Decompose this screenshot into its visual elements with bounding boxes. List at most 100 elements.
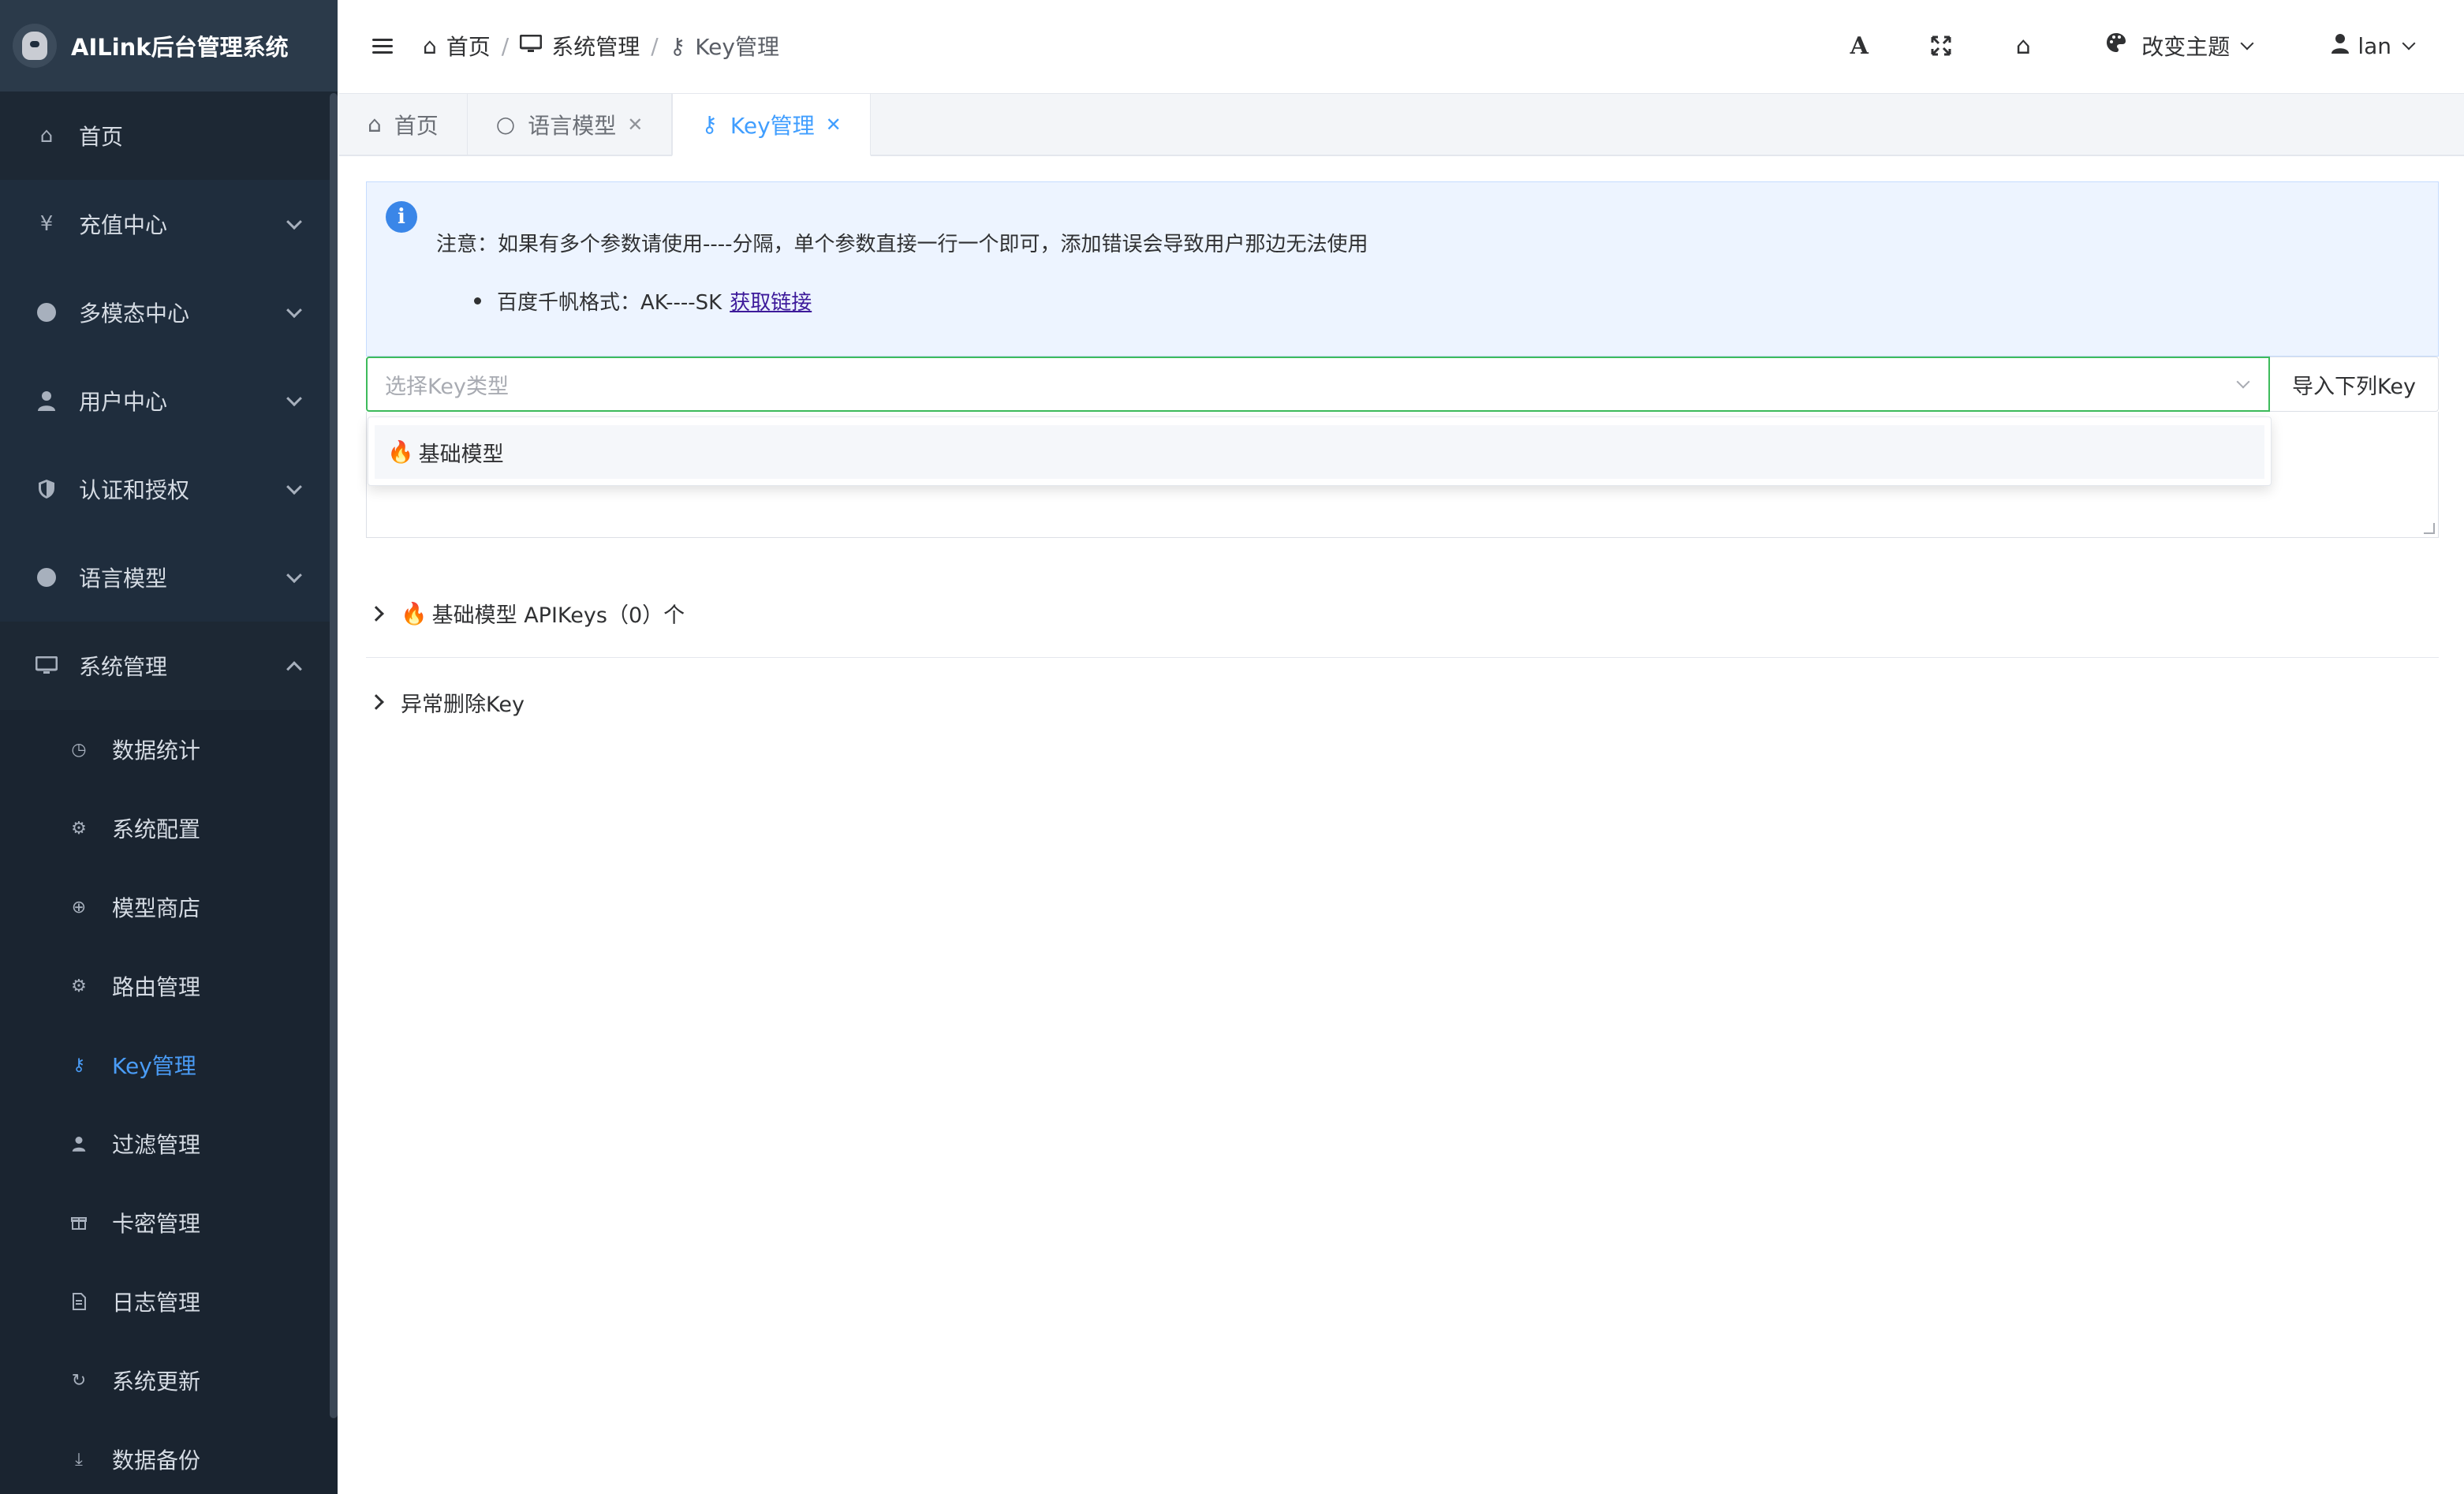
close-icon[interactable]: ✕ xyxy=(627,114,643,136)
breadcrumb-separator: / xyxy=(651,32,659,59)
sidebar-item-label: 充值中心 xyxy=(79,212,168,238)
breadcrumb-separator: / xyxy=(501,32,510,59)
sidebar-sub-label: 日志管理 xyxy=(112,1290,201,1316)
document-icon xyxy=(68,1290,90,1313)
import-keys-button[interactable]: 导入下列Key xyxy=(2270,357,2439,412)
collapse-abnormal-deleted-keys[interactable]: 异常删除Key xyxy=(366,658,2439,746)
close-icon[interactable]: ✕ xyxy=(826,114,842,136)
option-label: 基础模型 xyxy=(418,442,504,467)
bullet-dot xyxy=(474,297,481,304)
sidebar-item-recharge[interactable]: ¥ 充值中心 xyxy=(0,180,338,268)
sidebar-sub-key-management[interactable]: ⚷ Key管理 xyxy=(0,1025,338,1104)
sidebar-item-system[interactable]: 系统管理 xyxy=(0,622,338,710)
chevron-down-icon xyxy=(2402,36,2416,50)
chevron-down-icon xyxy=(286,302,302,319)
alert-note: 注意：如果有多个参数请使用----分隔，单个参数直接一行一个即可，添加错误会导致… xyxy=(436,233,1368,256)
sidebar-sub-logs[interactable]: 日志管理 xyxy=(0,1262,338,1341)
sidebar-item-multimodal[interactable]: 多模态中心 xyxy=(0,268,338,357)
key-icon: ⚷ xyxy=(669,32,686,59)
home-icon: ⌂ xyxy=(368,111,382,137)
tab-home[interactable]: ⌂ 首页 xyxy=(339,94,468,155)
key-type-select[interactable]: 选择Key类型 xyxy=(366,357,2270,412)
sidebar-item-label: 用户中心 xyxy=(79,389,168,415)
sidebar-sub-label: 系统更新 xyxy=(112,1369,201,1395)
sidebar-item-auth[interactable]: 认证和授权 xyxy=(0,445,338,533)
dropdown-option[interactable]: 🔥 基础模型 xyxy=(375,425,2264,479)
sidebar-sub-card[interactable]: 卡密管理 xyxy=(0,1183,338,1262)
yen-icon: ¥ xyxy=(39,212,54,236)
fullscreen-icon[interactable] xyxy=(1925,30,1957,62)
gear-icon: ⚙ xyxy=(71,976,87,996)
download-icon: ⤓ xyxy=(75,1449,83,1470)
sidebar-sub-model-store[interactable]: ⊕ 模型商店 xyxy=(0,868,338,947)
monitor-icon xyxy=(35,654,58,678)
breadcrumb-system[interactable]: 系统管理 xyxy=(519,30,640,62)
user-icon xyxy=(2331,32,2350,60)
resize-handle-icon[interactable] xyxy=(2424,523,2435,534)
refresh-icon: ↻ xyxy=(71,1370,87,1391)
sidebar-sub-label: 数据备份 xyxy=(112,1447,201,1473)
sidebar-sub-backup[interactable]: ⤓ 数据备份 xyxy=(0,1420,338,1494)
chevron-down-icon xyxy=(2240,36,2254,50)
sidebar-sub-label: Key管理 xyxy=(112,1053,196,1079)
sidebar-sub-label: 模型商店 xyxy=(112,895,201,921)
fire-icon: 🔥 xyxy=(401,601,427,626)
alert-bullet: 百度千帆格式：AK----SK 获取链接 xyxy=(474,286,812,316)
sidebar-item-label: 多模态中心 xyxy=(79,301,190,327)
breadcrumb-key: ⚷ Key管理 xyxy=(670,30,779,62)
gear-icon: ⚙ xyxy=(71,818,87,839)
info-icon: i xyxy=(386,201,417,233)
theme-switcher[interactable]: 改变主题 xyxy=(2105,30,2254,62)
sidebar-sub-label: 系统配置 xyxy=(112,816,201,842)
breadcrumb-home[interactable]: ⌂ 首页 xyxy=(423,30,491,62)
main-content: i 注意：如果有多个参数请使用----分隔，单个参数直接一行一个即可，添加错误会… xyxy=(366,181,2439,746)
app-title: AILink后台管理系统 xyxy=(71,34,289,61)
home-icon: ⌂ xyxy=(39,124,54,148)
chevron-down-icon xyxy=(2236,375,2250,389)
key-icon: ⚷ xyxy=(72,1055,86,1075)
alert-bullet-text: 百度千帆格式：AK----SK xyxy=(497,291,722,315)
dot-icon xyxy=(35,301,58,324)
sidebar-sub-label: 卡密管理 xyxy=(112,1211,201,1237)
chevron-down-icon xyxy=(286,214,302,230)
sidebar-item-home[interactable]: ⌂ 首页 xyxy=(0,92,338,180)
sidebar-item-language-model[interactable]: 语言模型 xyxy=(0,533,338,622)
tab-language-model[interactable]: ○ 语言模型 ✕ xyxy=(468,94,673,155)
sidebar-sub-routing[interactable]: ⚙ 路由管理 xyxy=(0,947,338,1025)
sidebar-sub-label: 过滤管理 xyxy=(112,1132,201,1158)
sidebar-sub-stats[interactable]: ◷ 数据统计 xyxy=(0,710,338,789)
font-size-icon[interactable]: A xyxy=(1843,30,1875,62)
chevron-down-icon xyxy=(286,567,302,584)
breadcrumb-label: 首页 xyxy=(446,34,491,60)
user-icon xyxy=(35,389,58,413)
collapse-label: 异常删除Key xyxy=(401,692,525,717)
user-icon xyxy=(68,1133,90,1155)
get-link[interactable]: 获取链接 xyxy=(730,286,812,316)
tab-label: Key管理 xyxy=(730,112,815,139)
breadcrumb-label: 系统管理 xyxy=(551,34,640,60)
header-actions: A ⌂ 改变主题 lan xyxy=(1843,0,2464,92)
key-type-dropdown: 🔥 基础模型 xyxy=(368,416,2272,486)
tab-label: 首页 xyxy=(394,112,439,139)
sidebar-sub-update[interactable]: ↻ 系统更新 xyxy=(0,1341,338,1420)
sidebar-item-user-center[interactable]: 用户中心 xyxy=(0,357,338,445)
sidebar-item-label: 认证和授权 xyxy=(79,477,190,503)
tab-key-management[interactable]: ⚷ Key管理 ✕ xyxy=(672,94,871,156)
home-icon[interactable]: ⌂ xyxy=(2007,30,2039,62)
sidebar-sub-filter[interactable]: 过滤管理 xyxy=(0,1104,338,1183)
collapse-basic-model-keys[interactable]: 🔥 基础模型 APIKeys（0）个 xyxy=(366,570,2439,658)
key-icon: ⚷ xyxy=(701,111,718,137)
info-alert: i 注意：如果有多个参数请使用----分隔，单个参数直接一行一个即可，添加错误会… xyxy=(366,181,2439,357)
sidebar-logo[interactable]: AILink后台管理系统 xyxy=(0,0,338,92)
tab-bar: ⌂ 首页 ○ 语言模型 ✕ ⚷ Key管理 ✕ xyxy=(339,93,2464,156)
user-menu[interactable]: lan xyxy=(2331,32,2416,60)
sidebar: AILink后台管理系统 ⌂ 首页 ¥ 充值中心 多模态中心 用户中心 认证和授… xyxy=(0,0,338,1494)
sidebar-sub-label: 数据统计 xyxy=(112,738,201,764)
sidebar-sub-config[interactable]: ⚙ 系统配置 xyxy=(0,789,338,868)
logo-icon xyxy=(13,24,57,68)
sidebar-item-label: 首页 xyxy=(79,124,124,150)
menu-toggle-icon[interactable] xyxy=(372,37,394,54)
sidebar-scrollbar[interactable] xyxy=(330,93,338,1418)
shield-icon xyxy=(35,477,58,501)
sidebar-sub-label: 路由管理 xyxy=(112,974,201,1000)
